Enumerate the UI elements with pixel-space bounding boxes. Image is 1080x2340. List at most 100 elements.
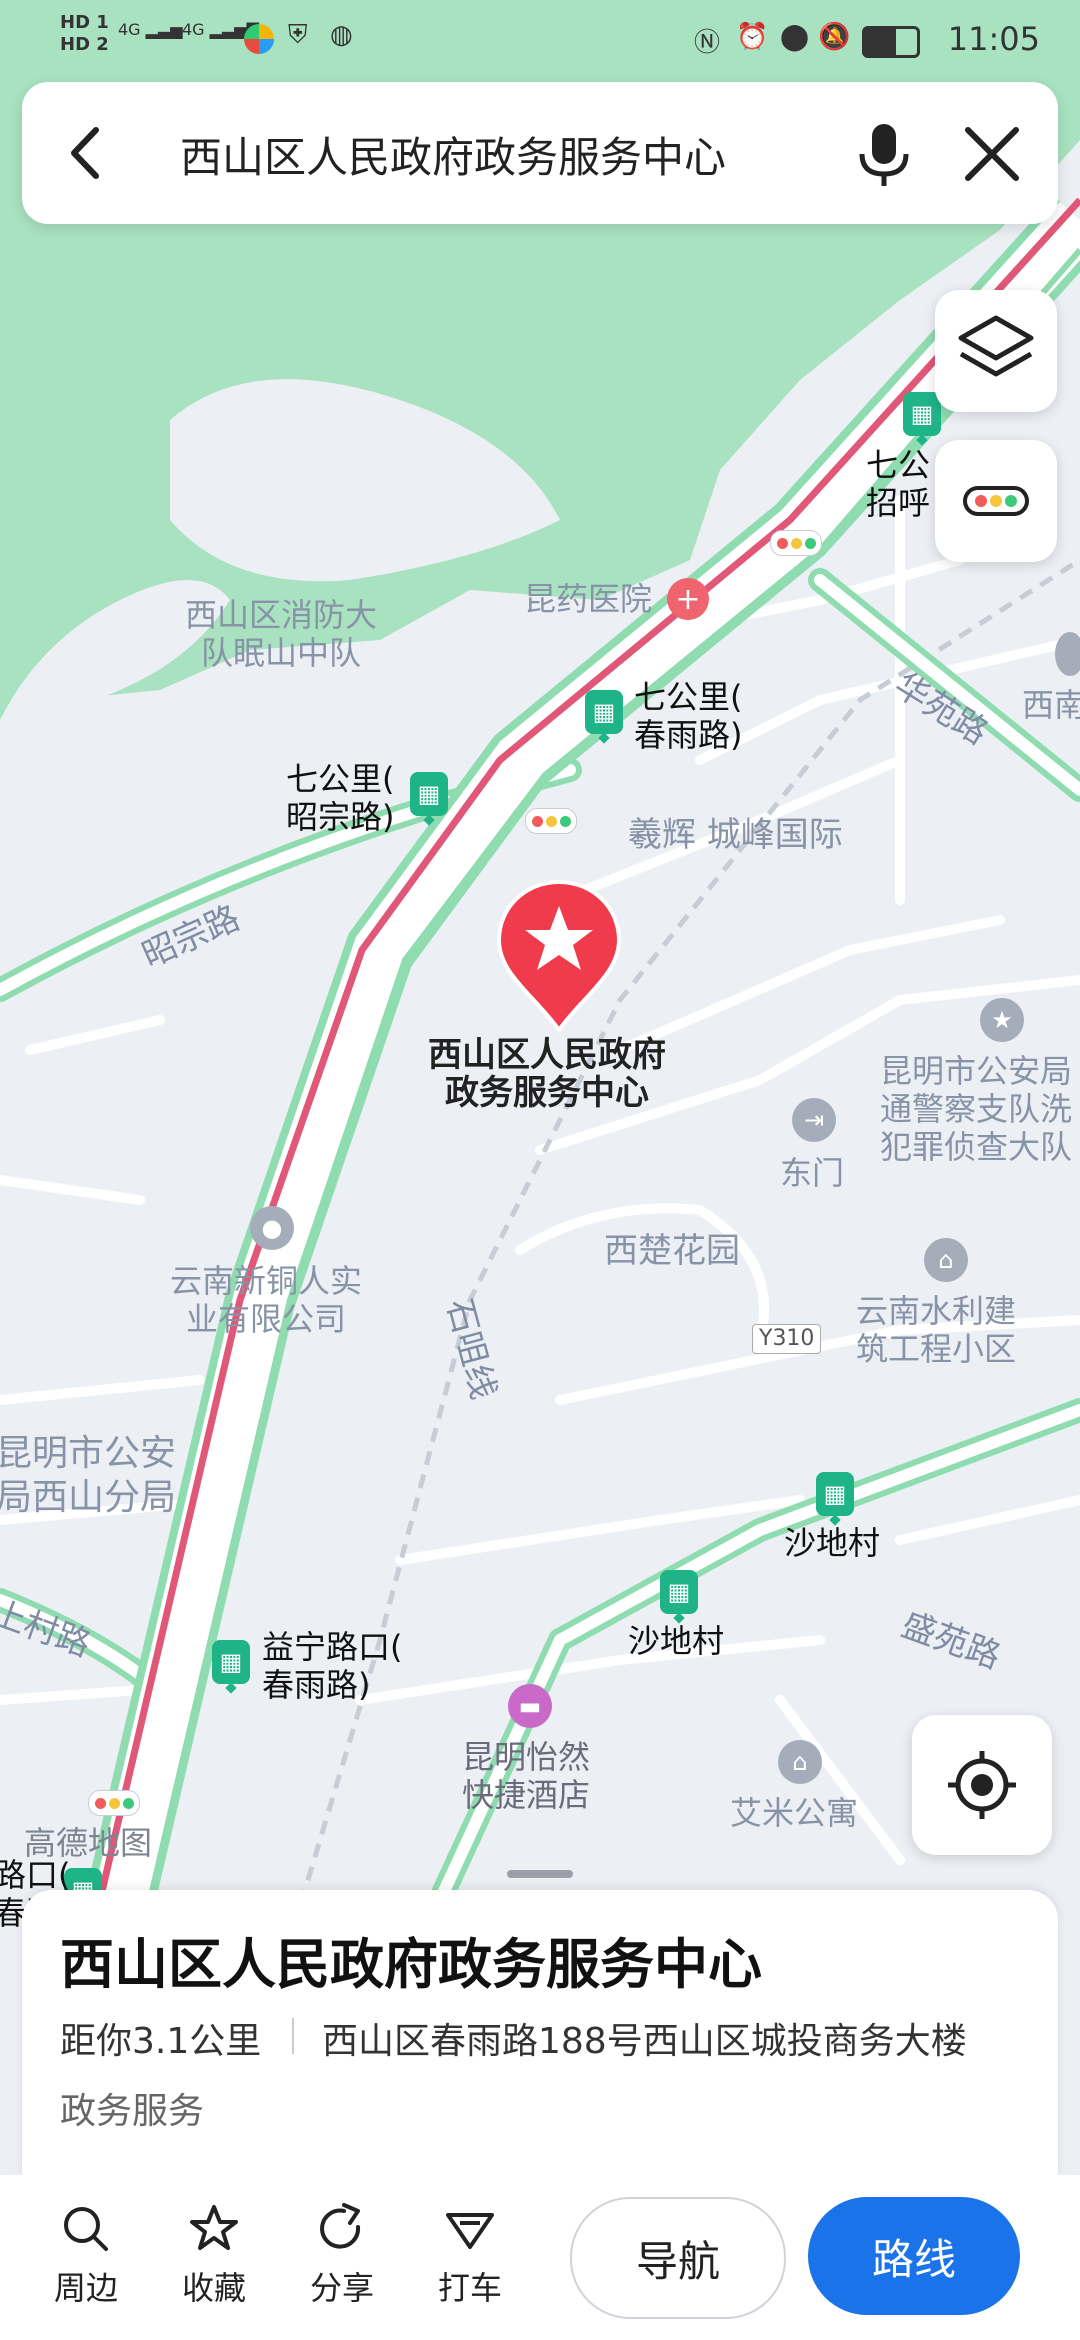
bus-stop-label: 春雨路) [634,716,743,754]
locate-icon [948,1751,1016,1819]
taxi-icon [446,2213,494,2249]
poi-hotel[interactable]: 昆明怡然 快捷酒店 [462,1738,590,1814]
poi-east-gate-label[interactable]: 东门 [780,1154,844,1192]
4g-signal-icon: 4G ▂▃▅ [118,20,183,39]
poi-label: 筑工程小区 [856,1330,1017,1368]
poi-label: 西山区消防大 [185,596,378,634]
poi-xinan-label[interactable]: 西南 [1022,686,1080,724]
poi-water-engineering[interactable]: 云南水利建 筑工程小区 [856,1292,1016,1368]
destination-label-line: 西山区人民政府 [428,1035,666,1075]
poi-label: 队眠山中队 [201,634,362,672]
bus-stop-icon[interactable]: ▦ [410,772,448,816]
mute-icon: 🔕 [818,22,851,52]
place-detail-card[interactable]: 西山区人民政府政务服务中心 距你3.1公里 西山区春雨路188号西山区城投商务大… [22,1870,1058,2180]
alarm-icon: ⏰ [736,22,769,52]
taxi-button[interactable]: 打车 [420,2201,520,2309]
chevron-left-icon [71,127,99,179]
search-bar[interactable]: 西山区人民政府政务服务中心 [22,82,1058,224]
traffic-toggle-button[interactable] [935,440,1057,562]
destination-map-label[interactable]: 西山区人民政府 政务服务中心 [428,1036,666,1112]
bus-stop-label: 七公里( [634,678,743,716]
traffic-light-marker [770,530,822,556]
road-shield-y310: Y310 [752,1324,822,1354]
police-icon[interactable]: ★ [980,998,1024,1042]
status-bar: HD 1 HD 2 4G ▂▃▅ 4G ▂▃▅▇ ⛨ ◍ Ⓝ ⏰ ⬤ 🔕 11:0… [0,0,1080,80]
poi-hospital-label[interactable]: 昆药医院 [524,580,652,618]
destination-label-line: 政务服务中心 [445,1073,649,1113]
poi-label: 云南水利建 [856,1292,1017,1330]
gate-icon[interactable]: ⇥ [792,1098,836,1142]
traffic-light-marker [88,1790,140,1816]
bus-stop-label: 昭宗路) [286,798,395,836]
favorite-button[interactable]: 收藏 [164,2201,264,2309]
bus-stop-shadi-label[interactable]: 沙地村 [628,1622,724,1660]
divider [292,2018,294,2054]
poi-label: 昆明市公安局 [880,1052,1073,1090]
taxi-label: 打车 [437,2269,502,2307]
poi-pin-icon[interactable]: ● [250,1206,294,1250]
bus-stop-qgl-zhaozong[interactable]: 七公里( 昭宗路) [286,760,395,836]
bus-stop-label: 招呼 [866,484,931,522]
poi-label: 局西山分局 [0,1477,177,1518]
bus-stop-label: 路口( [0,1856,71,1894]
app-icon [244,24,274,54]
poi-label: 云南新铜人实 [170,1262,363,1300]
poi-pin-icon[interactable] [1055,632,1080,676]
voice-search-button[interactable] [844,114,924,194]
map-layers-button[interactable] [935,290,1057,412]
hospital-icon[interactable]: + [667,578,709,620]
poi-police-traffic[interactable]: 昆明市公安局 通警察支队洗 犯罪侦查大队 [880,1052,1072,1166]
clear-search-button[interactable] [952,114,1032,194]
drag-handle[interactable] [507,1870,573,1878]
poi-label: 业有限公司 [186,1300,347,1338]
hotel-icon[interactable]: ▬ [508,1684,552,1728]
poi-xichu-label[interactable]: 西楚花园 [604,1232,740,1270]
navigate-button[interactable]: 导航 [570,2197,786,2319]
apartment-icon[interactable]: ⌂ [778,1740,822,1784]
poi-tongren[interactable]: 云南新铜人实 业有限公司 [170,1262,362,1338]
bus-stop-qgl-top[interactable]: 七公 招呼 [866,446,930,522]
poi-label: 犯罪侦查大队 [880,1128,1073,1166]
bus-stop-icon[interactable]: ▦ [816,1472,854,1516]
poi-label: 昆明市公安 [0,1433,177,1474]
globe-icon: ◍ [330,20,353,50]
place-category: 政务服务 [60,2091,205,2132]
traffic-light-marker [525,808,577,834]
bus-stop-icon[interactable]: ▦ [660,1570,698,1614]
residential-icon[interactable]: ⌂ [924,1238,968,1282]
bus-stop-icon[interactable]: ▦ [212,1640,250,1684]
destination-marker[interactable] [495,880,623,1040]
bus-stop-qgl-chunyu[interactable]: 七公里( 春雨路) [634,678,743,754]
poi-km-police-xishan[interactable]: 昆明市公安 局西山分局 [0,1432,176,1520]
back-button[interactable] [52,118,122,188]
nfc-icon: Ⓝ [694,28,721,58]
bus-stop-label: 七公里( [286,760,395,798]
bottom-action-bar: 周边 收藏 分享 打车 导航 路线 [0,2175,1080,2340]
favorite-label: 收藏 [181,2269,246,2307]
close-icon [965,127,1019,181]
hd-signal-icon: HD 1 HD 2 [60,12,109,55]
poi-fire-station[interactable]: 西山区消防大 队眠山中队 [185,596,377,672]
place-address: 西山区春雨路188号西山区城投商务大楼 [322,2021,967,2062]
search-icon [64,2207,108,2251]
route-button[interactable]: 路线 [808,2197,1020,2315]
shield-icon: ⛨ [288,20,308,50]
share-button[interactable]: 分享 [292,2201,392,2309]
poi-label: 通警察支队洗 [880,1090,1073,1128]
search-input[interactable]: 西山区人民政府政务服务中心 [180,124,726,185]
nearby-label: 周边 [53,2269,118,2307]
place-distance: 距你3.1公里 [60,2021,262,2062]
location-icon: ⬤ [780,22,810,52]
poi-xihui-label[interactable]: 羲辉 城峰国际 [628,816,843,854]
poi-label: 昆明怡然 [462,1738,591,1776]
bus-stop-label: 春雨路) [262,1666,371,1704]
bus-stop-shadi-label[interactable]: 沙地村 [784,1524,880,1562]
clock: 11:05 [947,20,1040,58]
poi-aimi-label[interactable]: 艾米公寓 [730,1794,858,1832]
nearby-button[interactable]: 周边 [36,2201,136,2309]
traffic-light-icon [963,486,1029,516]
bus-stop-yining[interactable]: 益宁路口( 春雨路) [262,1628,403,1704]
star-pin-icon [496,880,622,1034]
my-location-button[interactable] [912,1715,1052,1855]
bus-stop-icon[interactable]: ▦ [585,690,623,734]
